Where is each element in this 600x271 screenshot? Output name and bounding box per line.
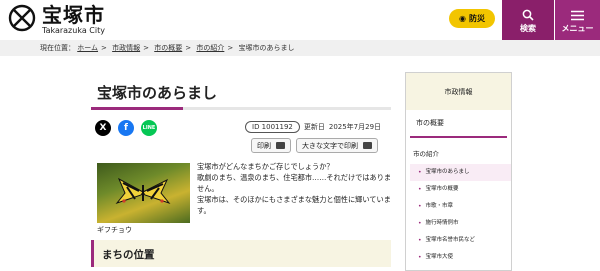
title-underline — [91, 107, 391, 110]
menu-label: メニュー — [561, 24, 594, 33]
site-logo[interactable]: 宝塚市 Takarazuka City — [8, 4, 105, 36]
disaster-icon: ◉ — [459, 14, 466, 23]
updated-label: 更新日 — [303, 123, 325, 131]
sidebar-heading: 市政情報 — [406, 73, 511, 110]
breadcrumb-home[interactable]: ホーム — [77, 44, 98, 52]
print-actions: 印刷 大きな文字で印刷 — [251, 138, 378, 153]
printer-icon — [276, 142, 285, 149]
sidebar-item-song-emblem[interactable]: • 市歌・市章 — [410, 198, 511, 215]
butterfly-photo — [97, 163, 190, 223]
sidebar-item-designated-city[interactable]: • 施行時情例市 — [410, 215, 511, 232]
sidebar-item-honorary-citizens[interactable]: • 宝塚市名誉市民など — [410, 232, 511, 249]
menu-button[interactable]: メニュー — [555, 0, 600, 40]
logo-japanese: 宝塚市 — [42, 3, 105, 27]
sidebar-category[interactable]: 市の概要 — [410, 110, 507, 138]
line-share-icon[interactable]: LINE — [141, 120, 157, 136]
logo-english: Takarazuka City — [42, 26, 105, 35]
breadcrumb-city-intro[interactable]: 市の紹介 — [196, 44, 224, 52]
intro-line: 宝塚市がどんなまちかご存じでしょうか？ — [197, 162, 334, 171]
search-label: 検索 — [520, 24, 536, 33]
section-heading: まちの位置 — [102, 249, 155, 261]
intro-line: 宝塚市は、そのほかにもさまざまな魅力と個性に輝いています。 — [197, 195, 391, 215]
search-icon — [522, 9, 534, 21]
breadcrumb-current: 宝塚市のあらまし — [238, 44, 295, 52]
x-share-icon[interactable]: X — [95, 120, 111, 136]
breadcrumb-prefix: 現在位置： — [40, 44, 75, 52]
search-button[interactable]: 検索 — [502, 0, 554, 40]
disaster-prevention-button[interactable]: ◉ 防災 — [449, 9, 495, 28]
city-emblem-icon — [8, 4, 36, 32]
updated-date: 2025年7月29日 — [328, 123, 382, 131]
hamburger-icon — [571, 10, 584, 21]
printer-icon — [363, 142, 372, 149]
intro-text: 宝塚市がどんなまちかご存じでしょうか？ 歌劇のまち、温泉のまち、住宅都市……それ… — [197, 161, 397, 216]
facebook-share-icon[interactable]: f — [118, 120, 134, 136]
sidebar-subcategory[interactable]: 市の紹介 — [406, 142, 511, 164]
section-location: まちの位置 — [91, 240, 391, 267]
page-meta: ID 1001192 更新日 2025年7月29日 — [245, 121, 381, 133]
site-header: 宝塚市 Takarazuka City ◉ 防災 検索 メニュー — [0, 0, 600, 40]
disaster-label: 防災 — [468, 14, 485, 23]
butterfly-illustration — [115, 177, 171, 205]
photo-caption: ギフチョウ — [97, 226, 132, 234]
print-large-button[interactable]: 大きな文字で印刷 — [296, 138, 378, 153]
social-share: X f LINE — [95, 120, 157, 136]
breadcrumb-municipal-info[interactable]: 市政情報 — [112, 44, 140, 52]
print-label: 印刷 — [257, 141, 271, 150]
sidebar-item-ambassadors[interactable]: • 宝塚市大使 — [410, 249, 511, 266]
sidebar-item-city-outline[interactable]: • 宝塚市の概要 — [410, 181, 511, 198]
sidebar-item-overview-summary[interactable]: • 宝塚市のあらまし — [410, 164, 511, 181]
print-button[interactable]: 印刷 — [251, 138, 291, 153]
intro-line: 歌劇のまち、温泉のまち、住宅都市……それだけではありません。 — [197, 173, 392, 193]
breadcrumb-city-overview[interactable]: 市の概要 — [154, 44, 182, 52]
page-title: 宝塚市のあらまし — [97, 84, 218, 102]
print-large-label: 大きな文字で印刷 — [302, 141, 358, 150]
breadcrumb: 現在位置： ホーム > 市政情報 > 市の概要 > 市の紹介 > 宝塚市のあらまし — [0, 40, 600, 56]
sidebar-nav: 市政情報 市の概要 市の紹介 • 宝塚市のあらまし • 宝塚市の概要 • 市歌・市章 … — [405, 72, 512, 271]
page-id-badge: ID 1001192 — [245, 121, 300, 133]
